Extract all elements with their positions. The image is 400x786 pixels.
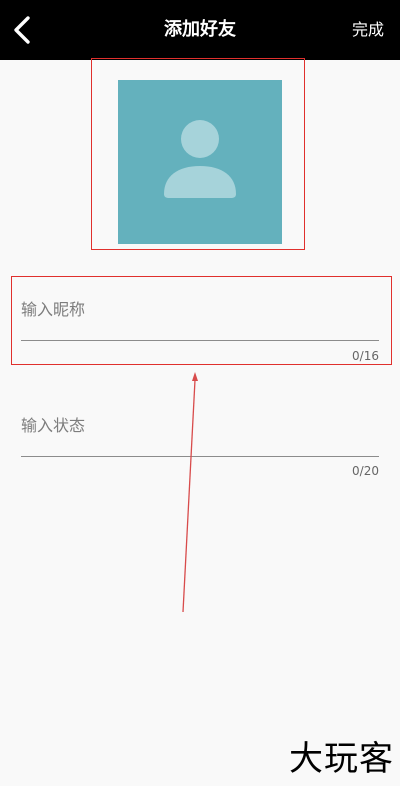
person-icon	[164, 120, 236, 198]
nickname-counter: 0/16	[352, 349, 379, 363]
status-counter: 0/20	[352, 464, 379, 478]
watermark-text: 大玩客	[289, 739, 394, 779]
top-bar: 添加好友 完成	[0, 0, 400, 60]
done-button[interactable]: 完成	[352, 0, 384, 60]
nickname-input[interactable]	[21, 289, 379, 329]
status-underline	[21, 456, 379, 457]
page-title: 添加好友	[164, 19, 236, 40]
avatar-picker[interactable]	[118, 80, 282, 244]
nickname-underline	[21, 340, 379, 341]
status-input[interactable]	[21, 405, 379, 445]
